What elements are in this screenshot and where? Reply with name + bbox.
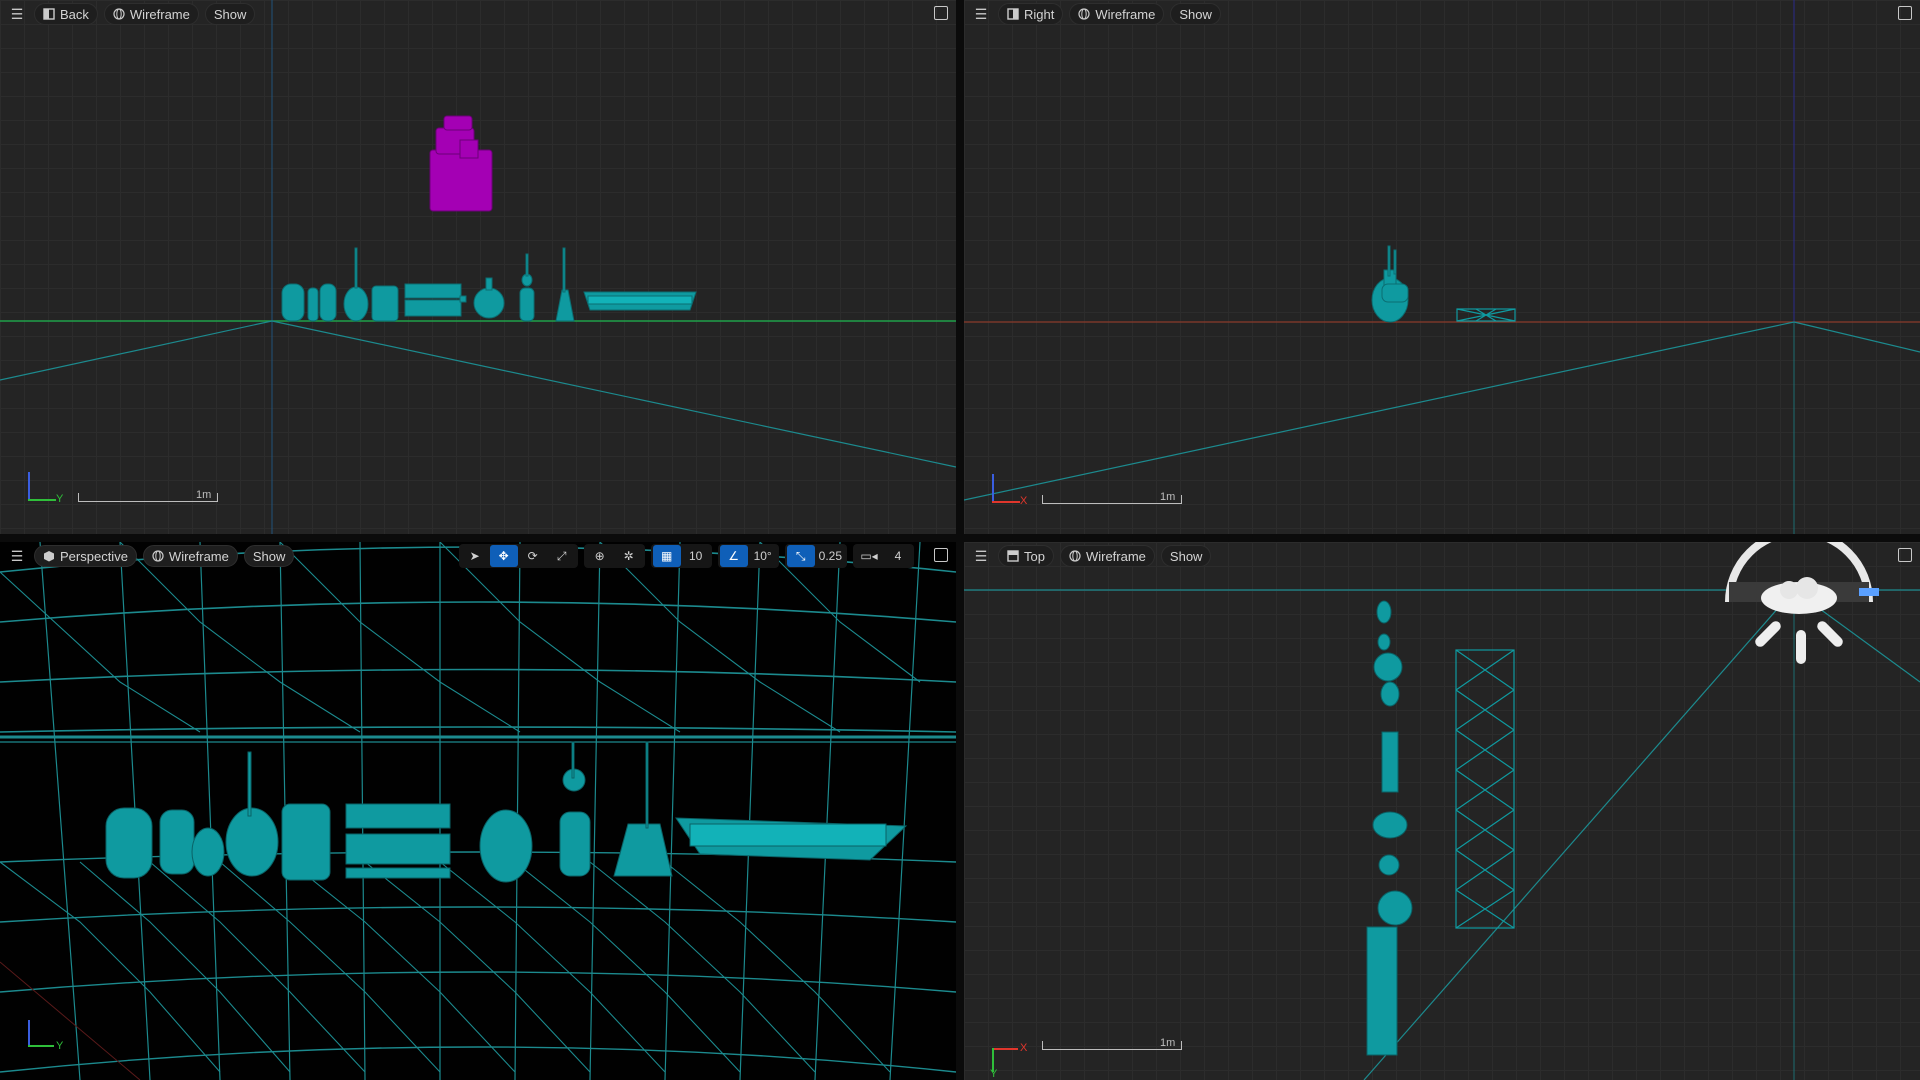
viewport-toolbar: ☰ Back Wireframe Show: [0, 0, 956, 28]
mesh-column-top[interactable]: [1366, 600, 1413, 1056]
show-button[interactable]: Show: [1160, 545, 1212, 567]
axis-label-down: Y: [990, 1068, 998, 1080]
rotate-snap-value[interactable]: 10°: [749, 545, 777, 567]
camera-speed-group: ▭◂ 4: [853, 544, 914, 568]
wireframe-sphere-icon: [1069, 550, 1081, 562]
truss-mesh-top[interactable]: [1455, 649, 1515, 929]
world-space-icon[interactable]: ⊕: [586, 545, 614, 567]
hamburger-menu-icon[interactable]: ☰: [6, 3, 28, 25]
camera-frustum-line: [1793, 321, 1920, 353]
transform-tools: ➤ ✥ ⟳ ⤢: [458, 544, 578, 568]
axis-label-right: X: [1020, 1042, 1028, 1054]
grid-snap-group: ▦ 10: [650, 544, 712, 568]
view-type-button[interactable]: Perspective: [34, 545, 137, 567]
show-button[interactable]: Show: [204, 3, 256, 25]
axis-gizmo: X: [990, 472, 1030, 512]
view-mode-button[interactable]: Wireframe: [1069, 3, 1165, 25]
viewport-perspective[interactable]: ☰ Perspective Wireframe Show ➤ ✥ ⟳ ⤢ ⊕ ✲…: [0, 542, 956, 1080]
view-mode-button[interactable]: Wireframe: [103, 3, 199, 25]
scale-label: 1m: [1160, 491, 1176, 503]
axis-label-right: Y: [56, 493, 64, 505]
show-label: Show: [213, 6, 247, 22]
grid-snap-value[interactable]: 10: [682, 545, 710, 567]
show-button[interactable]: Show: [243, 545, 295, 567]
camera-speed-value[interactable]: 4: [884, 545, 912, 567]
camera-frustum-line: [0, 320, 273, 381]
mesh-row[interactable]: [281, 247, 697, 322]
scale-snap-icon[interactable]: ⤡: [786, 545, 815, 567]
wireframe-sphere-icon: [1078, 8, 1090, 20]
grid-snap-icon[interactable]: ▦: [652, 545, 681, 567]
right-scene[interactable]: [964, 0, 1920, 534]
scale-snap-value[interactable]: 0.25: [816, 545, 845, 567]
viewport-toolbar: ☰ Right Wireframe Show: [964, 0, 1920, 28]
scale-label: 1m: [1160, 1037, 1176, 1049]
maximize-icon[interactable]: [1898, 548, 1912, 562]
show-label: Show: [1169, 548, 1203, 564]
view-mode-label: Wireframe: [1095, 6, 1156, 22]
rotate-snap-icon[interactable]: ∠: [719, 545, 748, 567]
view-mode-label: Wireframe: [129, 6, 190, 22]
selected-mesh[interactable]: [429, 115, 493, 212]
translate-icon[interactable]: ✥: [489, 545, 518, 567]
view-mode-label: Wireframe: [1085, 548, 1146, 564]
scale-snap-group: ⤡ 0.25: [784, 544, 847, 568]
hamburger-menu-icon[interactable]: ☰: [970, 545, 992, 567]
view-type-button[interactable]: Back: [34, 3, 98, 25]
perspective-scene[interactable]: [0, 542, 956, 1080]
space-tools: ⊕ ✲: [583, 544, 645, 568]
select-arrow-icon[interactable]: ➤: [461, 545, 489, 567]
view-cube-icon: [44, 551, 54, 562]
camera-frustum-line: [964, 321, 1795, 501]
scale-label: 1m: [196, 489, 212, 501]
view-type-button[interactable]: Right: [998, 3, 1064, 25]
view-type-label: Perspective: [60, 548, 128, 564]
view-cube-icon: [43, 8, 55, 20]
back-scene[interactable]: [0, 0, 956, 534]
view-type-label: Back: [60, 6, 89, 22]
show-label: Show: [252, 548, 286, 564]
scale-icon[interactable]: ⤢: [548, 545, 576, 567]
view-mode-button[interactable]: Wireframe: [1059, 545, 1155, 567]
axis-label-right: X: [1020, 495, 1028, 507]
show-button[interactable]: Show: [1170, 3, 1221, 25]
viewport-right[interactable]: ☰ Right Wireframe Show X 1m: [964, 0, 1920, 534]
view-mode-label: Wireframe: [168, 548, 229, 564]
hamburger-menu-icon[interactable]: ☰: [6, 545, 28, 567]
view-type-label: Top: [1024, 548, 1045, 564]
camera-speed-icon[interactable]: ▭◂: [855, 545, 883, 567]
hamburger-menu-icon[interactable]: ☰: [970, 3, 992, 25]
camera-frustum-line: [271, 320, 956, 468]
viewport-back[interactable]: ☰ Back Wireframe Show Y 1m: [0, 0, 956, 534]
axis-label-right: Y: [56, 1040, 64, 1052]
mesh-stack-side[interactable]: [1371, 245, 1409, 323]
mesh-row-perspective[interactable]: [105, 741, 908, 883]
viewport-toolbar: ☰ Perspective Wireframe Show ➤ ✥ ⟳ ⤢ ⊕ ✲…: [0, 542, 956, 570]
view-cube-icon: [1007, 8, 1019, 20]
axis-gizmo: X Y: [990, 1042, 1030, 1080]
maximize-icon[interactable]: [934, 6, 948, 20]
rotate-snap-group: ∠ 10°: [717, 544, 779, 568]
truss-mesh-side[interactable]: [1456, 308, 1516, 322]
wireframe-sphere-icon: [113, 8, 125, 20]
view-cube-icon: [1007, 550, 1019, 562]
maximize-icon[interactable]: [934, 548, 948, 562]
axis-gizmo: Y: [26, 1018, 66, 1058]
viewport-toolbar: ☰ Top Wireframe Show: [964, 542, 1920, 570]
view-type-button[interactable]: Top: [998, 545, 1054, 567]
wireframe-sphere-icon: [152, 550, 164, 562]
view-type-label: Right: [1024, 6, 1055, 22]
viewport-splitter-horizontal[interactable]: [0, 534, 1920, 542]
view-mode-button[interactable]: Wireframe: [142, 545, 238, 567]
viewport-top[interactable]: ☰ Top Wireframe Show X Y 1m: [964, 542, 1920, 1080]
axis-gizmo: Y: [26, 470, 66, 510]
maximize-icon[interactable]: [1898, 6, 1912, 20]
show-label: Show: [1179, 6, 1212, 22]
surface-snap-icon[interactable]: ✲: [615, 545, 643, 567]
rotate-icon[interactable]: ⟳: [519, 545, 547, 567]
